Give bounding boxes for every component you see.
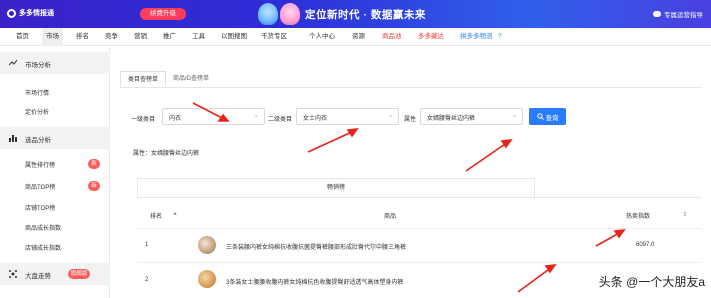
- arrow-head: [217, 113, 230, 122]
- watermark: 头条 @一个大朋友a: [598, 275, 705, 289]
- annotation-arrows: [192, 102, 626, 293]
